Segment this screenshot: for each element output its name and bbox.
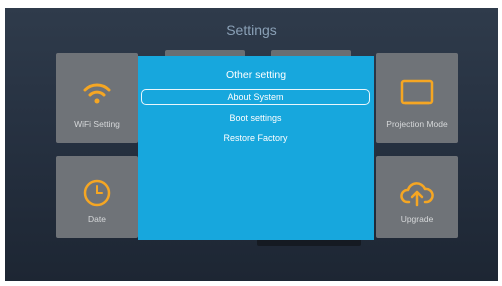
upgrade-tile[interactable]: Upgrade [376,156,458,238]
settings-screen: Settings WiFi Setting Date Projection Mo… [5,8,498,281]
monitor-icon [400,79,434,105]
wifi-icon [83,83,111,104]
bottom-tile-edge [257,239,361,246]
wifi-setting-label: WiFi Setting [74,119,120,129]
clock-icon [83,179,111,207]
wifi-setting-tile[interactable]: WiFi Setting [56,53,138,143]
date-label: Date [88,214,106,224]
projection-mode-label: Projection Mode [386,119,448,129]
page-title: Settings [226,22,277,38]
upgrade-label: Upgrade [400,214,434,224]
dialog-title: Other setting [225,69,287,81]
projection-mode-tile[interactable]: Projection Mode [376,53,458,143]
menu-item-boot-settings[interactable]: Boot settings [141,110,370,126]
menu-item-about-system[interactable]: About System [141,89,370,105]
menu-item-restore-factory[interactable]: Restore Factory [141,130,370,146]
cloud-upload-icon [400,182,434,207]
other-setting-dialog: Other setting About System Boot settings… [138,56,374,240]
date-tile[interactable]: Date [56,156,138,238]
